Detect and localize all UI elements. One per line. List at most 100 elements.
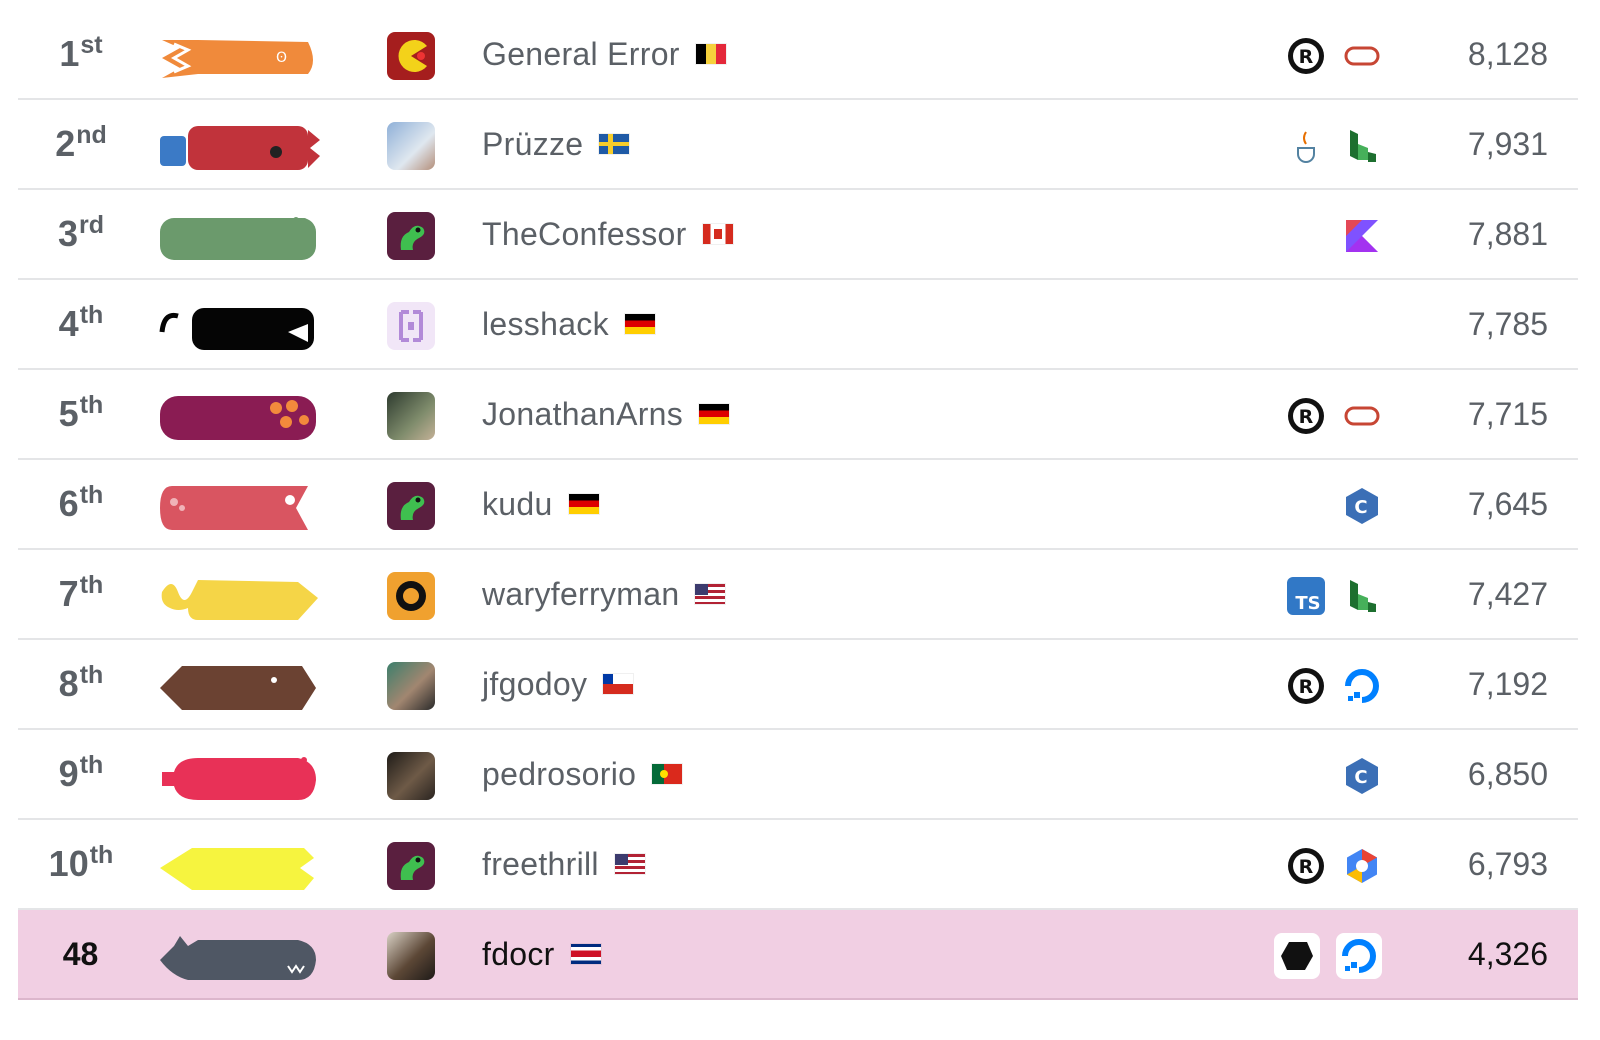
leaderboard-row[interactable]: 3rd TheConfessor 7,881 bbox=[18, 190, 1578, 280]
score: 7,645 bbox=[1467, 485, 1548, 522]
score: 4,326 bbox=[1467, 935, 1548, 972]
snake-icon bbox=[160, 666, 316, 710]
kotlin-icon bbox=[1342, 216, 1382, 256]
player-name[interactable]: TheConfessor bbox=[482, 190, 733, 278]
rank: 2nd bbox=[55, 120, 107, 165]
leaderboard-row[interactable]: 7th waryferryman TS 7,427 bbox=[18, 550, 1578, 640]
leaderboard-row[interactable]: 8th jfgodoy R 7,192 bbox=[18, 640, 1578, 730]
snake-icon bbox=[160, 217, 316, 260]
language-icons: C bbox=[1342, 480, 1382, 532]
photo-avatar bbox=[387, 122, 435, 170]
leaderboard-row[interactable]: 5th JonathanArns R 7,715 bbox=[18, 370, 1578, 460]
leaderboard-row-current-user[interactable]: 48 fdocr 4,326 bbox=[18, 910, 1578, 1000]
svg-text:C: C bbox=[1354, 767, 1367, 788]
snake-icon bbox=[160, 396, 316, 440]
flag-canada-icon bbox=[702, 224, 733, 244]
language-icons bbox=[1286, 120, 1382, 172]
photo-avatar bbox=[387, 932, 435, 980]
flag-usa-icon bbox=[695, 584, 726, 604]
leaderboard-row[interactable]: 10th freethrill R 6,793 bbox=[18, 820, 1578, 910]
rust-icon: R bbox=[1286, 666, 1326, 706]
player-name[interactable]: freethrill bbox=[482, 820, 645, 908]
rust-icon: R bbox=[1286, 846, 1326, 886]
rank: 48 bbox=[62, 935, 99, 972]
leaderboard-row[interactable]: 2nd Prüzze 7,931 bbox=[18, 100, 1578, 190]
gear-avatar bbox=[387, 572, 435, 620]
leaderboard-row[interactable]: 9th pedrosorio C 6,850 bbox=[18, 730, 1578, 820]
player-name[interactable]: waryferryman bbox=[482, 550, 726, 638]
rank: 10th bbox=[48, 840, 114, 885]
language-icons: TS bbox=[1286, 570, 1382, 622]
svg-text:R: R bbox=[1299, 406, 1314, 428]
gcp-icon bbox=[1342, 846, 1382, 886]
snake-icon bbox=[159, 308, 314, 350]
snake-icon: ʘ bbox=[162, 40, 313, 78]
oracle-icon bbox=[1342, 396, 1382, 436]
digitalocean-icon bbox=[1336, 933, 1382, 979]
snake-avatar bbox=[387, 482, 435, 530]
player-name[interactable]: fdocr bbox=[482, 910, 601, 998]
score: 8,128 bbox=[1467, 35, 1548, 72]
linode-icon bbox=[1342, 126, 1382, 166]
flag-chile-icon bbox=[603, 674, 634, 694]
rank: 6th bbox=[58, 480, 104, 525]
photo-avatar bbox=[387, 662, 435, 710]
java-icon bbox=[1286, 126, 1326, 166]
score: 7,192 bbox=[1467, 665, 1548, 702]
leaderboard-row[interactable]: 1st ʘ General Error R 8,128 bbox=[18, 10, 1578, 100]
flag-belgium-icon bbox=[695, 44, 726, 64]
svg-text:R: R bbox=[1299, 856, 1314, 878]
svg-text:ʘ: ʘ bbox=[276, 50, 287, 66]
rank: 4th bbox=[58, 300, 104, 345]
score: 7,427 bbox=[1467, 575, 1548, 612]
flag-germany-icon bbox=[568, 494, 599, 514]
snake-icon bbox=[161, 580, 318, 620]
score: 7,881 bbox=[1467, 215, 1548, 252]
digitalocean-icon bbox=[1342, 666, 1382, 706]
player-name[interactable]: pedrosorio bbox=[482, 730, 683, 818]
svg-text:TS: TS bbox=[1295, 593, 1320, 614]
bracket-avatar bbox=[387, 302, 435, 350]
pacman-avatar bbox=[387, 32, 435, 80]
language-icons bbox=[1342, 210, 1382, 262]
rank: 8th bbox=[58, 660, 104, 705]
snake-avatar bbox=[387, 842, 435, 890]
flag-usa-icon bbox=[614, 854, 645, 874]
leaderboard: 1st ʘ General Error R 8,128 2nd Prüzze 7… bbox=[18, 10, 1578, 1000]
rust-icon: R bbox=[1286, 36, 1326, 76]
flag-germany-icon bbox=[699, 404, 730, 424]
snake-icon bbox=[160, 486, 308, 530]
rust-icon: R bbox=[1286, 396, 1326, 436]
snake-icon bbox=[160, 936, 316, 980]
flag-costa-rica-icon bbox=[570, 944, 601, 964]
typescript-icon: TS bbox=[1286, 576, 1326, 616]
player-name[interactable]: kudu bbox=[482, 460, 599, 548]
flag-germany-icon bbox=[624, 314, 655, 334]
language-icons: R bbox=[1286, 840, 1382, 892]
oracle-icon bbox=[1342, 36, 1382, 76]
leaderboard-row[interactable]: 6th kudu C 7,645 bbox=[18, 460, 1578, 550]
language-icons: R bbox=[1286, 390, 1382, 442]
snake-icon bbox=[160, 848, 314, 890]
leaderboard-row[interactable]: 4th lesshack 7,785 bbox=[18, 280, 1578, 370]
player-name[interactable]: jfgodoy bbox=[482, 640, 634, 728]
flag-portugal-icon bbox=[652, 764, 683, 784]
language-icons bbox=[1274, 930, 1382, 982]
score: 7,931 bbox=[1467, 125, 1548, 162]
player-name[interactable]: lesshack bbox=[482, 280, 655, 368]
language-icons: R bbox=[1286, 30, 1382, 82]
svg-text:R: R bbox=[1299, 676, 1314, 698]
photo-avatar bbox=[387, 392, 435, 440]
score: 6,850 bbox=[1467, 755, 1548, 792]
language-icons: C bbox=[1342, 750, 1382, 802]
player-name[interactable]: General Error bbox=[482, 10, 726, 98]
player-name[interactable]: Prüzze bbox=[482, 100, 630, 188]
rank: 5th bbox=[58, 390, 104, 435]
rank: 3rd bbox=[57, 210, 105, 255]
photo-avatar bbox=[387, 752, 435, 800]
svg-text:C: C bbox=[1354, 497, 1367, 518]
cpp-icon: C bbox=[1342, 486, 1382, 526]
rank: 1st bbox=[59, 30, 103, 75]
player-name[interactable]: JonathanArns bbox=[482, 370, 730, 458]
language-icons: R bbox=[1286, 660, 1382, 712]
